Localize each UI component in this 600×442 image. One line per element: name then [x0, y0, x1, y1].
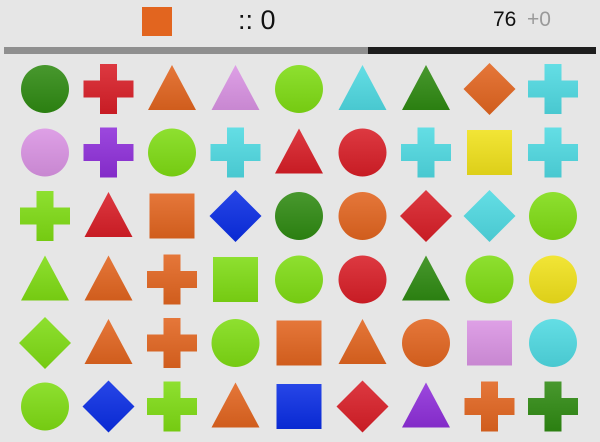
tile-diamond-orange-r0-c7[interactable] [463, 63, 516, 115]
tile-cross-lime-r5-c2[interactable] [147, 381, 197, 432]
tile-triangle-darkgreen-r3-c6[interactable] [402, 255, 450, 301]
tile-circle-lime-r1-c2[interactable] [148, 128, 196, 177]
game-board [19, 63, 578, 433]
tile-square-blue-r5-c4[interactable] [276, 384, 322, 429]
tile-triangle-red-r2-c1[interactable] [84, 192, 133, 237]
tile-diamond-red-r2-c6[interactable] [400, 190, 452, 242]
tile-cross-cyan-r0-c8[interactable] [528, 64, 578, 114]
tile-circle-cyan-r4-c8[interactable] [529, 319, 577, 367]
tile-cross-darkgreen-r5-c8[interactable] [528, 381, 578, 432]
tile-circle-darkgreen-r2-c4[interactable] [275, 192, 323, 240]
tile-circle-lime-r4-c3[interactable] [211, 319, 260, 367]
tile-cross-lime-r2-c0[interactable] [20, 191, 70, 241]
tile-cross-purple-r1-c1[interactable] [83, 127, 134, 178]
tile-triangle-pink-r0-c3[interactable] [211, 65, 260, 110]
tile-square-orange-r2-c2[interactable] [149, 193, 195, 239]
tile-cross-orange-r5-c7[interactable] [464, 381, 515, 432]
tile-triangle-lime-r3-c0[interactable] [21, 255, 69, 301]
tile-cross-red-r0-c1[interactable] [83, 64, 134, 114]
tile-square-orange-r4-c4[interactable] [276, 320, 322, 366]
tile-triangle-orange-r4-c1[interactable] [84, 319, 133, 364]
tile-circle-red-r3-c5[interactable] [338, 255, 387, 304]
tile-circle-orange-r4-c6[interactable] [402, 319, 450, 367]
tile-diamond-blue-r2-c3[interactable] [209, 190, 262, 242]
tile-circle-lime-r3-c7[interactable] [465, 255, 514, 304]
tile-circle-orange-r2-c5[interactable] [338, 192, 387, 240]
tile-diamond-blue-r5-c1[interactable] [82, 380, 135, 433]
tile-circle-pink-r1-c0[interactable] [21, 128, 69, 177]
tile-circle-lime-r0-c4[interactable] [275, 65, 323, 113]
tile-triangle-purple-r5-c6[interactable] [402, 382, 450, 428]
tile-cross-cyan-r1-c6[interactable] [401, 127, 451, 178]
tile-circle-yellow-r3-c8[interactable] [529, 255, 577, 304]
tile-triangle-orange-r0-c2[interactable] [148, 65, 196, 110]
tile-diamond-cyan-r2-c7[interactable] [463, 190, 516, 242]
tile-circle-lime-r3-c4[interactable] [275, 255, 323, 304]
tile-triangle-red-r1-c4[interactable] [275, 128, 323, 174]
tile-diamond-red-r5-c5[interactable] [336, 380, 389, 433]
tile-triangle-orange-r5-c3[interactable] [211, 382, 260, 428]
tile-square-pink-r4-c7[interactable] [467, 320, 512, 366]
tile-triangle-darkgreen-r0-c6[interactable] [402, 65, 450, 110]
tile-square-yellow-r1-c7[interactable] [467, 130, 512, 175]
tile-cross-orange-r4-c2[interactable] [147, 318, 197, 368]
tile-circle-lime-r2-c8[interactable] [529, 192, 577, 240]
tile-circle-lime-r5-c0[interactable] [21, 382, 69, 431]
tile-diamond-lime-r4-c0[interactable] [19, 317, 71, 369]
tile-circle-darkgreen-r0-c0[interactable] [21, 65, 69, 113]
tile-cross-cyan-r1-c8[interactable] [528, 127, 578, 178]
tile-triangle-orange-r4-c5[interactable] [338, 319, 387, 364]
tile-circle-red-r1-c5[interactable] [338, 128, 387, 177]
tile-cross-orange-r3-c2[interactable] [147, 254, 197, 305]
tile-square-lime-r3-c3[interactable] [213, 257, 258, 302]
tile-triangle-orange-r3-c1[interactable] [84, 255, 133, 301]
tile-triangle-cyan-r0-c5[interactable] [338, 65, 387, 110]
tile-cross-cyan-r1-c3[interactable] [210, 127, 261, 178]
